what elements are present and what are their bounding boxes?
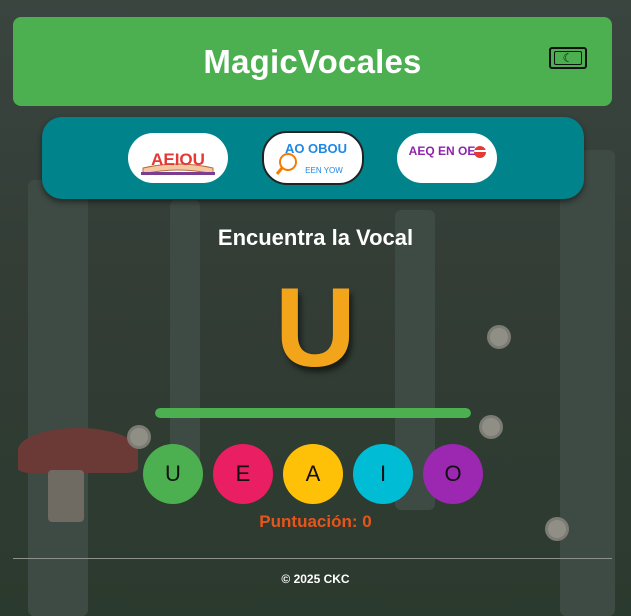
vowels-book-icon: AEIOU [141,150,215,175]
find-vowel-icon: AO OBOU EEN YOW [275,141,347,175]
vowel-option-u[interactable]: U [143,444,203,504]
vowel-option-e[interactable]: E [213,444,273,504]
vowel-option-o[interactable]: O [423,444,483,504]
footer-copyright: © 2025 CKC [281,572,350,586]
app-header: MagicVocales ☾ [13,17,612,106]
mode-vowels-book-button[interactable]: AEIOU [128,133,228,183]
target-vowel: U [275,265,356,390]
mode-2-text: AO OBOU [285,141,347,156]
score-label: Puntuación: 0 [259,512,372,531]
mode-3-text: AEQ EN OE [409,144,476,158]
vowel-option-i[interactable]: I [353,444,413,504]
mode-find-vowel-button[interactable]: AO OBOU EEN YOW [262,131,364,185]
progress-fill [155,408,471,418]
theme-toggle-button[interactable]: ☾ [549,47,587,69]
mode-vowels-flag-button[interactable]: AEQ EN OE [397,133,497,183]
answer-options: UEAIO [143,444,483,504]
app-title: MagicVocales [203,42,422,80]
mode-2-subtext: EEN YOW [305,166,343,175]
moon-icon: ☾ [554,51,582,65]
progress-bar [155,408,471,418]
mode-1-text: AEIOU [151,150,205,169]
footer-divider [13,558,612,559]
vowels-flag-icon: AEQ EN OE [409,144,486,158]
game-section-title: Encuentra la Vocal [217,225,414,250]
vowel-option-a[interactable]: A [283,444,343,504]
mode-selector: AEIOU AO OBOU EEN YOW AEQ EN OE [42,117,584,199]
